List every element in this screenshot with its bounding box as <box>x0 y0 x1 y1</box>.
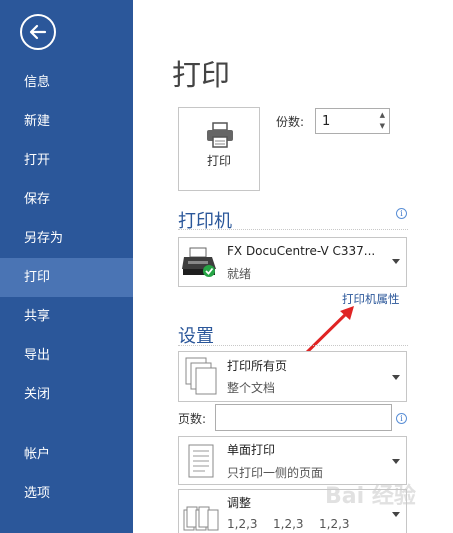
sidebar-item-account[interactable]: 帐户 <box>0 435 133 474</box>
pages-label: 页数: <box>178 412 207 426</box>
chevron-down-icon <box>392 459 400 464</box>
sidebar-item-share[interactable]: 共享 <box>0 297 133 336</box>
divider <box>178 229 408 230</box>
sidebar-item-export[interactable]: 导出 <box>0 336 133 375</box>
print-range-sub: 整个文档 <box>227 381 276 395</box>
print-button[interactable]: 打印 <box>178 107 260 191</box>
divider <box>178 345 408 346</box>
sidebar-item-open[interactable]: 打开 <box>0 141 133 180</box>
copies-stepper[interactable]: 1 ▲ ▼ <box>315 108 390 134</box>
collate-main: 调整 <box>227 496 252 510</box>
sidebar-item-print[interactable]: 打印 <box>0 258 133 297</box>
sidebar-item-options[interactable]: 选项 <box>0 474 133 513</box>
print-range-select[interactable]: 打印所有页 整个文档 <box>178 351 407 402</box>
page-title: 打印 <box>172 58 231 92</box>
back-arrow-icon[interactable] <box>20 14 56 50</box>
sidebar-item-close[interactable]: 关闭 <box>0 375 133 414</box>
chevron-down-icon <box>392 259 400 264</box>
sidebar-item-save[interactable]: 保存 <box>0 180 133 219</box>
sides-main: 单面打印 <box>227 443 276 457</box>
pages-input[interactable] <box>215 404 392 431</box>
copies-label: 份数: <box>276 115 305 129</box>
sidebar-item-save-as[interactable]: 另存为 <box>0 219 133 258</box>
watermark: Bai 经验 <box>325 484 416 509</box>
print-button-label: 打印 <box>206 154 231 168</box>
collate-sequence: 1,2,3 <box>319 517 350 531</box>
spin-up-icon[interactable]: ▲ <box>380 111 385 119</box>
collate-sequence: 1,2,3 <box>273 517 304 531</box>
copies-value: 1 <box>322 114 331 129</box>
printer-ready-icon <box>182 247 216 277</box>
sidebar-item-new[interactable]: 新建 <box>0 102 133 141</box>
printer-select[interactable]: FX DocuCentre-V C337... 就绪 <box>178 237 407 287</box>
collate-sequence: 1,2,3 <box>227 517 258 531</box>
backstage-sidebar: 信息 新建 打开 保存 另存为 打印 共享 导出 关闭 帐户 选项 <box>0 0 133 533</box>
info-icon[interactable]: i <box>396 208 407 219</box>
printer-icon <box>207 122 233 148</box>
printer-name: FX DocuCentre-V C337... <box>227 244 376 258</box>
sidebar-item-info[interactable]: 信息 <box>0 63 133 102</box>
info-icon[interactable]: i <box>396 413 407 424</box>
collate-icon <box>183 506 219 531</box>
sides-sub: 只打印一侧的页面 <box>227 466 324 480</box>
chevron-down-icon <box>392 512 400 517</box>
one-sided-icon <box>188 444 214 478</box>
spin-down-icon[interactable]: ▼ <box>380 122 385 130</box>
print-range-main: 打印所有页 <box>227 359 288 373</box>
all-pages-icon <box>185 357 217 395</box>
chevron-down-icon <box>392 375 400 380</box>
printer-status: 就绪 <box>227 267 252 281</box>
